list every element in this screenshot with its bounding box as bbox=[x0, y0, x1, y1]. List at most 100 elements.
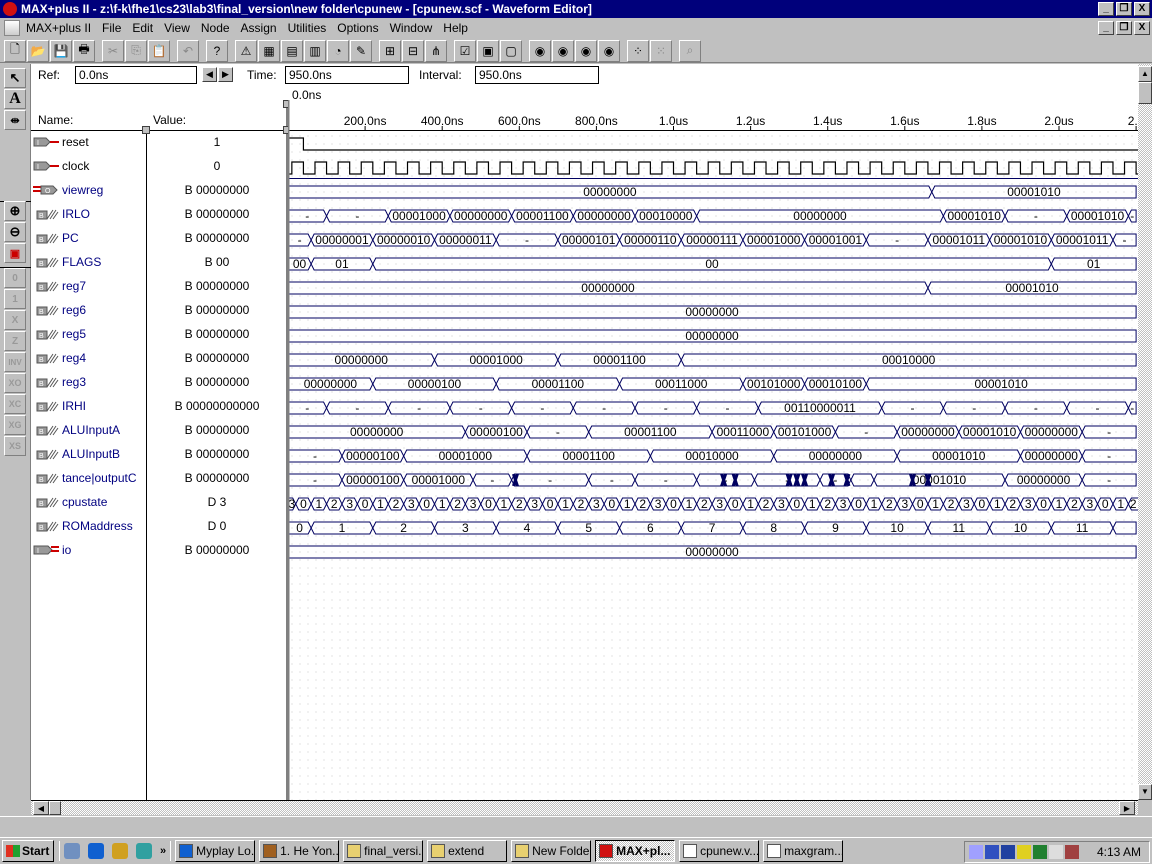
save-compile-icon[interactable]: ▣ bbox=[477, 39, 499, 62]
vertical-scroll-thumb[interactable] bbox=[1138, 82, 1152, 104]
overwrite-x-icon[interactable]: X bbox=[4, 310, 26, 330]
signal-name[interactable]: tance|outputC bbox=[62, 471, 137, 485]
paste-icon[interactable]: 📋 bbox=[148, 39, 170, 62]
overwrite-group-icon[interactable]: XG bbox=[4, 415, 26, 435]
zoom-out-icon[interactable]: ⊖ bbox=[4, 222, 26, 242]
find-node-icon[interactable]: ◉ bbox=[529, 39, 551, 62]
signal-name[interactable]: ALUInputA bbox=[62, 423, 120, 437]
overwrite-1-icon[interactable]: 1 bbox=[4, 289, 26, 309]
scroll-up-button[interactable]: ▲ bbox=[1138, 66, 1152, 82]
signal-row[interactable]: Breg7 B 00000000 bbox=[31, 274, 287, 298]
signal-name[interactable]: reg7 bbox=[62, 279, 86, 293]
taskbar-button[interactable]: cpunew.v... bbox=[679, 840, 760, 862]
group-icon[interactable]: ⁘ bbox=[627, 39, 649, 62]
network-icon[interactable] bbox=[136, 843, 152, 859]
pc-tray-icon[interactable] bbox=[1033, 845, 1047, 859]
waveform-area[interactable]: 200.0ns 400.0ns 600.0ns 800.0ns 1.0us 1.2us 1.… bbox=[288, 100, 1138, 800]
menu-node[interactable]: Node bbox=[201, 21, 230, 35]
print-icon[interactable]: 🖶 bbox=[73, 39, 95, 62]
vertical-scrollbar[interactable]: ▲ ▼ bbox=[1138, 64, 1152, 800]
waveform-editing-tool-icon[interactable]: ⇹ bbox=[4, 110, 26, 130]
undo-icon[interactable]: ↶ bbox=[177, 39, 199, 62]
horizontal-scrollbar[interactable]: ◀ ▶ bbox=[31, 800, 1138, 815]
zoom-in-icon[interactable]: ⊕ bbox=[4, 201, 26, 221]
document-icon[interactable] bbox=[4, 20, 20, 36]
signal-row[interactable]: Breg4 B 00000000 bbox=[31, 346, 287, 370]
fit-in-window-icon[interactable]: ▣ bbox=[4, 243, 26, 263]
minimize-button[interactable]: _ bbox=[1098, 2, 1114, 16]
signal-row[interactable]: Iio B 00000000 bbox=[31, 538, 287, 562]
invert-icon[interactable]: INV bbox=[4, 352, 26, 372]
scroll-left-button[interactable]: ◀ bbox=[33, 801, 49, 815]
programmer-icon[interactable]: ✎ bbox=[350, 39, 372, 62]
zoom-fit-icon[interactable]: ⌕ bbox=[679, 39, 701, 62]
signal-name[interactable]: reset bbox=[62, 135, 89, 149]
signal-row[interactable]: Bcpustate D 3 bbox=[31, 490, 287, 514]
signal-row[interactable]: Ireset 1 bbox=[31, 130, 287, 154]
signal-row[interactable]: Btance|outputC B 00000000 bbox=[31, 466, 287, 490]
signal-row[interactable]: B FLAGS B 00 bbox=[31, 250, 287, 274]
signal-row[interactable]: Breg3 B 00000000 bbox=[31, 370, 287, 394]
doc-restore-button[interactable]: ❐ bbox=[1116, 21, 1132, 35]
scroll-down-button[interactable]: ▼ bbox=[1138, 784, 1152, 800]
taskbar-button[interactable]: MAX+pl... bbox=[595, 840, 676, 862]
open-icon[interactable]: 📂 bbox=[27, 39, 49, 62]
menu-edit[interactable]: Edit bbox=[132, 21, 153, 35]
save-icon[interactable]: 💾 bbox=[50, 39, 72, 62]
doc-minimize-button[interactable]: _ bbox=[1098, 21, 1114, 35]
project-save-check-icon[interactable]: ⋔ bbox=[425, 39, 447, 62]
signal-row[interactable]: B PC B 00000000 bbox=[31, 226, 287, 250]
network-tray-icon[interactable] bbox=[1001, 845, 1015, 859]
search-tray-icon[interactable] bbox=[969, 845, 983, 859]
signal-name[interactable]: FLAGS bbox=[62, 255, 101, 269]
power-tray-icon[interactable] bbox=[1017, 845, 1031, 859]
open-top-level-icon[interactable]: ⊞ bbox=[379, 39, 401, 62]
menu-max-plus-ii[interactable]: MAX+plus II bbox=[26, 21, 91, 35]
signal-name[interactable]: io bbox=[62, 543, 71, 557]
taskbar-button[interactable]: extend bbox=[427, 840, 508, 862]
overwrite-clock-icon[interactable]: XC bbox=[4, 394, 26, 414]
signal-name[interactable]: ALUInputB bbox=[62, 447, 120, 461]
menu-window[interactable]: Window bbox=[390, 21, 433, 35]
find-block-icon[interactable]: ◉ bbox=[598, 39, 620, 62]
cut-icon[interactable]: ✂ bbox=[102, 39, 124, 62]
signal-name[interactable]: PC bbox=[62, 231, 79, 245]
signal-row[interactable]: B ROMaddress D 0 bbox=[31, 514, 287, 538]
floorplan-editor-icon[interactable]: ▦ bbox=[258, 39, 280, 62]
signal-name[interactable]: reg4 bbox=[62, 351, 86, 365]
menu-view[interactable]: View bbox=[164, 21, 190, 35]
find-b-to-a-icon[interactable]: ◉ bbox=[552, 39, 574, 62]
taskbar-button[interactable]: Myplay Lo... bbox=[175, 840, 256, 862]
menu-help[interactable]: Help bbox=[443, 21, 468, 35]
menu-assign[interactable]: Assign bbox=[241, 21, 277, 35]
timing-analyzer-icon[interactable]: ◔ bbox=[327, 39, 349, 62]
antivirus-tray-icon[interactable] bbox=[985, 845, 999, 859]
taskbar-button[interactable]: final_versi... bbox=[343, 840, 424, 862]
signal-row[interactable]: B IRHI B 00000000000 bbox=[31, 394, 287, 418]
outlook-express-icon[interactable] bbox=[112, 843, 128, 859]
selection-tool-icon[interactable]: ↖ bbox=[4, 68, 26, 88]
save-simulate-icon[interactable]: ▢ bbox=[500, 39, 522, 62]
doc-close-button[interactable]: X bbox=[1134, 21, 1150, 35]
prev-transition-button[interactable]: ◀ bbox=[202, 67, 217, 82]
taskbar-button[interactable]: maxgram.... bbox=[763, 840, 844, 862]
compiler-icon[interactable]: ▤ bbox=[281, 39, 303, 62]
text-tool-icon[interactable]: A bbox=[4, 89, 26, 109]
signal-row[interactable]: Breg5 B 00000000 bbox=[31, 322, 287, 346]
horizontal-scroll-thumb[interactable] bbox=[49, 801, 61, 815]
simulator-icon[interactable]: ▥ bbox=[304, 39, 326, 62]
interval-field[interactable]: 950.0ns bbox=[475, 66, 599, 84]
signal-name[interactable]: viewreg bbox=[62, 183, 103, 197]
overwrite-count-icon[interactable]: XO bbox=[4, 373, 26, 393]
time-field[interactable]: 950.0ns bbox=[285, 66, 409, 84]
signal-row[interactable]: Iclock 0 bbox=[31, 154, 287, 178]
mouse-tray-icon[interactable] bbox=[1049, 845, 1063, 859]
quick-launch-more[interactable]: » bbox=[160, 845, 166, 857]
signal-name[interactable]: clock bbox=[62, 159, 89, 173]
overwrite-0-icon[interactable]: 0 bbox=[4, 268, 26, 288]
project-set-icon[interactable]: ⊟ bbox=[402, 39, 424, 62]
menu-file[interactable]: File bbox=[102, 21, 121, 35]
internet-explorer-icon[interactable] bbox=[88, 843, 104, 859]
taskbar-button[interactable]: 1. He Yon... bbox=[259, 840, 340, 862]
overwrite-state-icon[interactable]: XS bbox=[4, 436, 26, 456]
